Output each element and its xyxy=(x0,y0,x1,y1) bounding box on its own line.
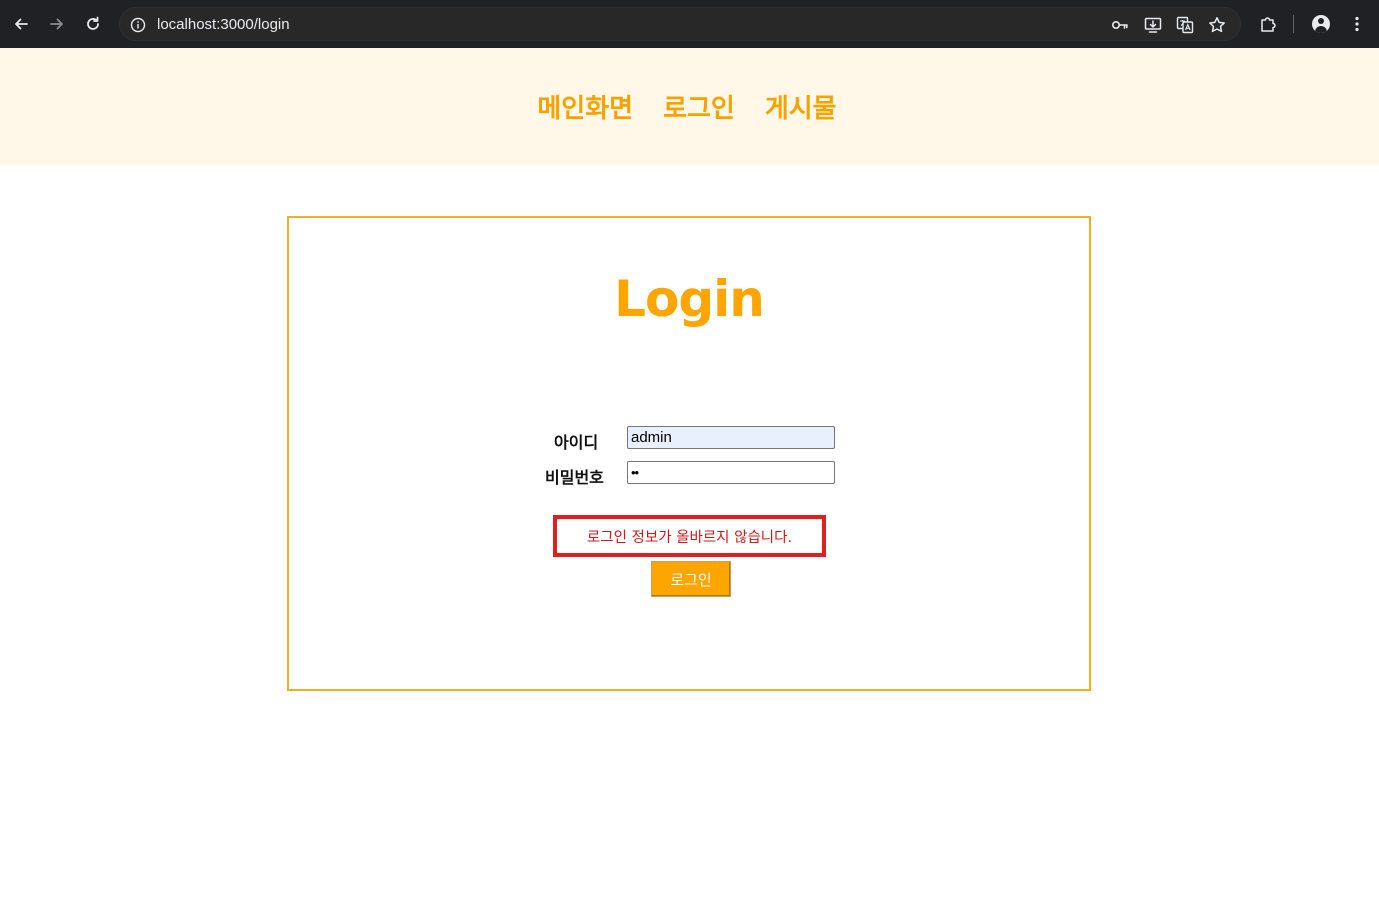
nav-link-posts[interactable]: 게시물 xyxy=(765,88,837,125)
error-message: 로그인 정보가 올바르지 않습니다. xyxy=(586,529,793,546)
menu-dots-icon[interactable] xyxy=(1346,13,1368,35)
error-message-box: 로그인 정보가 올바르지 않습니다. xyxy=(553,515,826,557)
install-app-icon[interactable] xyxy=(1144,16,1162,34)
login-panel: Login 아이디 비밀번호 로그인 정보가 올바르지 않습니다. 로그인 xyxy=(287,216,1091,691)
password-input[interactable] xyxy=(627,461,835,484)
translate-icon[interactable] xyxy=(1176,16,1194,34)
forward-arrow-icon[interactable] xyxy=(45,12,69,36)
profile-avatar-icon[interactable] xyxy=(1310,13,1332,35)
back-arrow-icon[interactable] xyxy=(9,12,33,36)
id-label: 아이디 xyxy=(554,433,599,452)
site-header: 메인화면 로그인 게시물 xyxy=(0,48,1379,165)
bookmark-star-icon[interactable] xyxy=(1208,16,1226,34)
main-nav: 메인화면 로그인 게시물 xyxy=(0,48,1379,165)
url-text[interactable]: localhost:3000/login xyxy=(157,16,290,33)
login-title: Login xyxy=(614,270,765,328)
extensions-puzzle-icon[interactable] xyxy=(1257,13,1279,35)
password-label: 비밀번호 xyxy=(545,468,604,487)
site-info-icon[interactable] xyxy=(129,16,147,34)
toolbar-divider xyxy=(1293,15,1294,33)
key-icon[interactable] xyxy=(1111,16,1129,34)
nav-link-main[interactable]: 메인화면 xyxy=(537,88,633,125)
login-button[interactable]: 로그인 xyxy=(651,561,731,597)
browser-toolbar: localhost:3000/login xyxy=(0,0,1379,48)
address-bar[interactable]: localhost:3000/login xyxy=(119,7,1241,41)
id-input[interactable] xyxy=(627,426,835,449)
reload-icon[interactable] xyxy=(81,12,105,36)
nav-link-login[interactable]: 로그인 xyxy=(663,88,735,125)
